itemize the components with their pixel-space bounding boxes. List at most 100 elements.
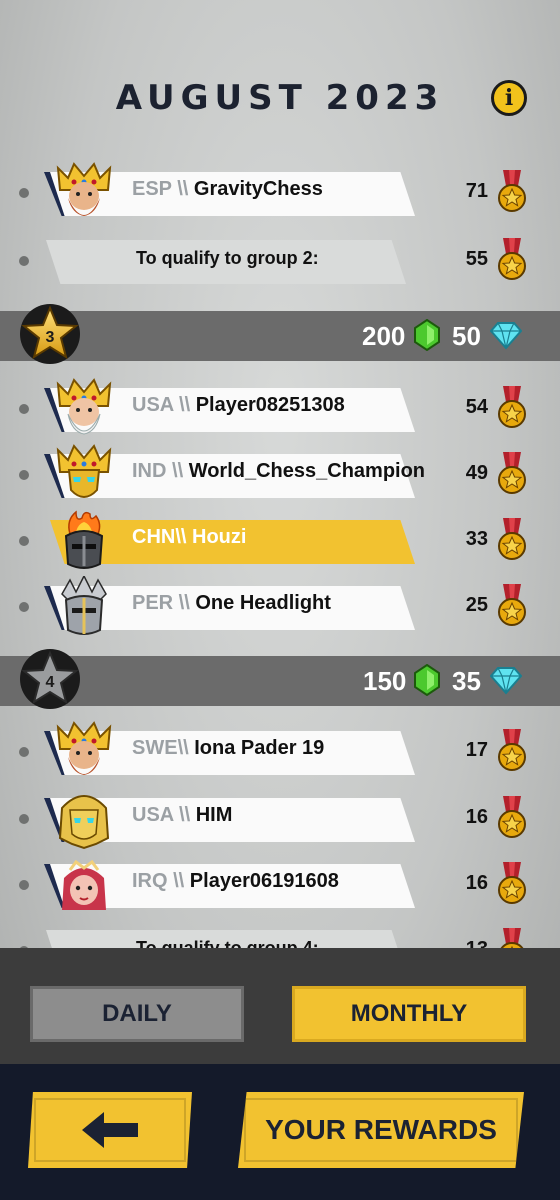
- king-gold-mask-avatar-icon: [57, 445, 111, 498]
- player-name: Player08251308: [195, 394, 345, 416]
- medal-icon: [497, 170, 527, 214]
- medal-icon: [497, 452, 527, 496]
- country-code: ESP: [132, 178, 172, 200]
- score: 16: [465, 872, 488, 894]
- player-name: Houzi: [192, 526, 247, 548]
- row-bullet: [19, 404, 29, 414]
- tab-monthly[interactable]: MONTHLY: [292, 986, 526, 1042]
- score: 49: [465, 462, 488, 484]
- row-bullet: [19, 470, 29, 480]
- medal-icon: [497, 729, 527, 773]
- country-code: CHN: [132, 526, 176, 548]
- player-name: Iona Pader 19: [194, 737, 325, 759]
- leaderboard-row[interactable]: IND \\ World_Chess_Champion 49: [0, 445, 560, 506]
- leaderboard-row[interactable]: IRQ \\ Player06191608 16: [0, 856, 560, 916]
- player-name-line: ESP \\ GravityChess: [132, 178, 323, 201]
- green-gem-icon: [414, 319, 440, 351]
- page-title: AUGUST 2023: [115, 78, 445, 118]
- country-code: USA: [132, 804, 174, 826]
- medal-icon: [497, 518, 527, 562]
- qualify-score: 55: [465, 248, 488, 270]
- score: 16: [465, 806, 488, 828]
- player-name-line: PER \\ One Headlight: [132, 592, 331, 615]
- gem-reward: 50: [452, 321, 481, 351]
- score: 54: [465, 396, 488, 418]
- qualify-row: To qualify to group 2: 55: [0, 232, 560, 292]
- gold-star-rank-icon: 3: [20, 304, 80, 364]
- country-code: IND: [132, 460, 167, 482]
- player-name: One Headlight: [195, 592, 331, 614]
- qualify-text: To qualify to group 2:: [136, 248, 319, 268]
- tab-daily[interactable]: DAILY: [30, 986, 244, 1042]
- your-rewards-button[interactable]: YOUR REWARDS: [238, 1092, 524, 1168]
- knight-helmet-avatar-icon: [61, 576, 107, 635]
- pharaoh-mask-avatar-icon: [58, 795, 110, 850]
- arrow-left-icon: [82, 1112, 138, 1148]
- separator: \\: [175, 526, 193, 548]
- country-code: USA: [132, 394, 174, 416]
- green-gem-icon: [414, 664, 440, 696]
- back-button[interactable]: [28, 1092, 192, 1168]
- row-bullet: [19, 880, 29, 890]
- player-name-line: USA \\ Player08251308: [132, 394, 345, 417]
- king-red-beard-avatar-icon: [57, 163, 111, 216]
- leaderboard-row[interactable]: USA \\ HIM 16: [0, 790, 560, 850]
- separator: \\: [173, 804, 196, 826]
- blue-diamond-icon: [490, 322, 522, 350]
- rank-number: 3: [46, 329, 55, 346]
- player-name: GravityChess: [193, 178, 323, 200]
- separator: \\: [173, 592, 196, 614]
- player-name-line: USA \\ HIM: [132, 804, 232, 827]
- player-name: HIM: [195, 804, 233, 826]
- row-bullet: [19, 536, 29, 546]
- queen-red-avatar-icon: [62, 859, 106, 910]
- medal-icon: [497, 238, 527, 282]
- info-button[interactable]: i: [491, 80, 527, 116]
- row-bullet: [19, 602, 29, 612]
- country-code: SWE: [132, 737, 178, 759]
- rank-number: 4: [46, 674, 55, 691]
- king-red-beard-avatar-icon: [57, 722, 111, 775]
- player-name-line: CHN\\ Houzi: [132, 526, 246, 549]
- player-name: World_Chess_Champion: [188, 460, 426, 482]
- score: 17: [465, 739, 488, 761]
- score: 71: [465, 180, 488, 202]
- silver-star-rank-icon: 4: [20, 649, 80, 709]
- score: 33: [465, 528, 488, 550]
- country-code: PER: [132, 592, 174, 614]
- separator: \\: [177, 737, 195, 759]
- separator: \\: [173, 394, 196, 416]
- medal-icon: [497, 796, 527, 840]
- separator: \\: [166, 460, 189, 482]
- flaming-helmet-avatar-icon: [64, 510, 104, 569]
- row-bullet: [19, 814, 29, 824]
- row-bullet: [19, 747, 29, 757]
- footer-bar: YOUR REWARDS: [0, 1064, 560, 1200]
- player-name-line: IND \\ World_Chess_Champion: [132, 460, 425, 483]
- medal-icon: [497, 862, 527, 906]
- blue-diamond-icon: [490, 667, 522, 695]
- separator: \\: [171, 178, 194, 200]
- separator: \\: [167, 870, 190, 892]
- row-bullet: [19, 256, 29, 266]
- gem-reward: 35: [452, 666, 481, 696]
- info-icon: i: [504, 85, 514, 111]
- row-bullet: [19, 188, 29, 198]
- group-band-4: 4 150 35: [0, 649, 560, 709]
- leaderboard-row[interactable]: PER \\ One Headlight 25: [0, 576, 560, 638]
- gold-reward: 150: [363, 666, 407, 696]
- player-name-line: SWE\\ Iona Pader 19: [132, 737, 324, 760]
- player-name-line: IRQ \\ Player06191608: [132, 870, 339, 893]
- gold-reward: 200: [362, 321, 406, 351]
- leaderboard-row[interactable]: ESP \\ GravityChess 71: [0, 163, 560, 224]
- leaderboard-row[interactable]: SWE\\ Iona Pader 19 17: [0, 722, 560, 783]
- country-code: IRQ: [132, 870, 168, 892]
- medal-icon: [497, 584, 527, 628]
- group-band-3: 3 200 50: [0, 304, 560, 364]
- period-tabs: DAILY MONTHLY: [0, 948, 560, 1064]
- player-name: Player06191608: [189, 870, 339, 892]
- leaderboard-row-current-player[interactable]: CHN\\ Houzi 33: [0, 510, 560, 572]
- king-white-beard-avatar-icon: [57, 379, 111, 435]
- leaderboard-row[interactable]: USA \\ Player08251308 54: [0, 379, 560, 440]
- medal-icon: [497, 386, 527, 430]
